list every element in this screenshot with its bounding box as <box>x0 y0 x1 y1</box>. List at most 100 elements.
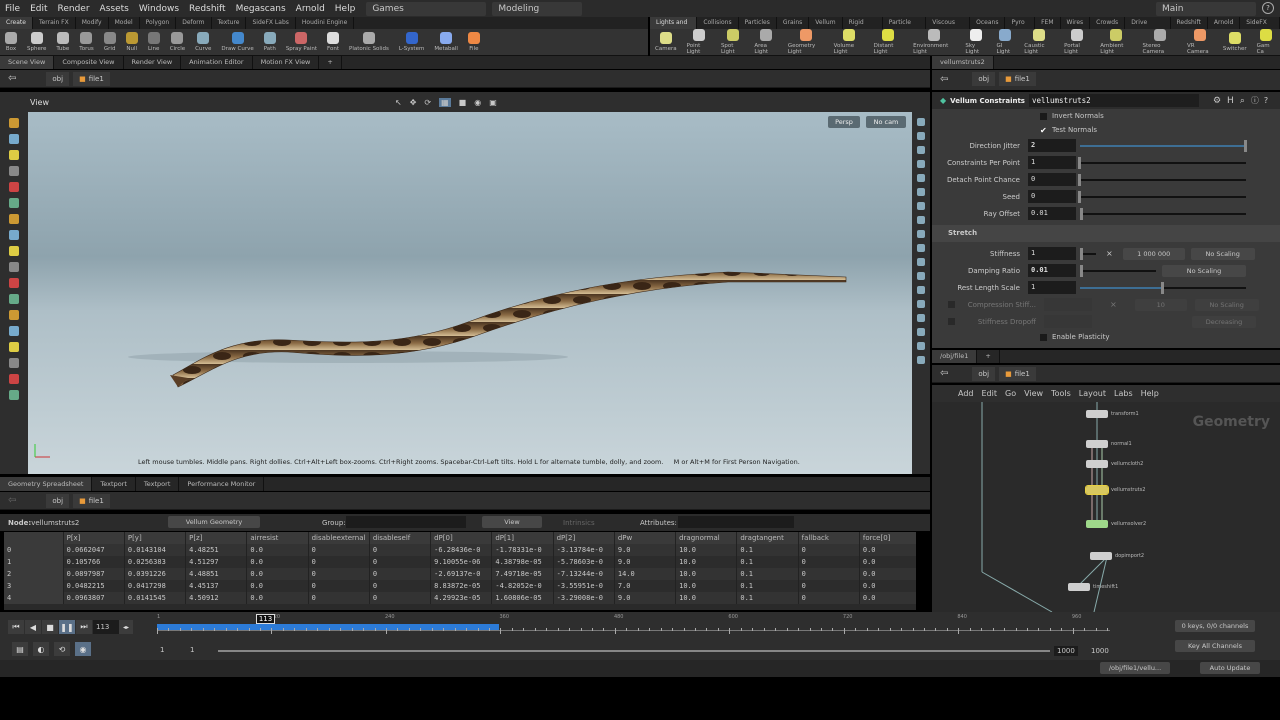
rest-length-slider[interactable] <box>1080 281 1246 294</box>
add-tab-button[interactable]: + <box>319 56 342 69</box>
ray-offset-slider[interactable] <box>1079 207 1246 220</box>
column-header[interactable]: force[0] <box>859 532 916 544</box>
viewport-tool-icon[interactable] <box>9 230 19 240</box>
menu-redshift[interactable]: Redshift <box>184 4 231 14</box>
menu-arnold[interactable]: Arnold <box>291 4 330 14</box>
menu-megascans[interactable]: Megascans <box>231 4 291 14</box>
node-name-input[interactable]: vellumstruts2 <box>1028 94 1199 107</box>
detach-point-chance-slider[interactable] <box>1078 173 1246 186</box>
shelf-tab-pyro-fx[interactable]: Pyro FX <box>1005 17 1036 38</box>
main-desktop-select[interactable]: Main <box>1156 1 1256 16</box>
range-slider[interactable] <box>218 650 1050 652</box>
tool-gi-light[interactable]: GI Light <box>991 29 1019 55</box>
shelf-tab-viscous-fluids[interactable]: Viscous Fluids <box>926 17 971 38</box>
group-input[interactable] <box>346 516 466 528</box>
viewport-tool-icon[interactable] <box>9 246 19 256</box>
playback-start[interactable]: 1 <box>190 646 194 654</box>
shelf-tab-houdini-engine[interactable]: Houdini Engine <box>296 17 355 29</box>
stiffness-slider[interactable] <box>1080 247 1096 260</box>
tool-torus[interactable]: Torus <box>74 32 98 52</box>
shelf-tab-deform[interactable]: Deform <box>176 17 212 29</box>
viewport-tool-icon[interactable] <box>9 134 19 144</box>
tab-performance-monitor[interactable]: Performance Monitor <box>179 477 265 491</box>
viewport-tool-icon[interactable] <box>9 182 19 192</box>
gear-icon[interactable]: ⚙ <box>1213 96 1221 106</box>
display-option-icon[interactable] <box>917 132 925 140</box>
tool-platonic-solids[interactable]: Platonic Solids <box>344 32 394 52</box>
viewport-tool-icon[interactable] <box>9 278 19 288</box>
stiffness-multiplier[interactable]: 1 000 000 <box>1122 247 1185 260</box>
compression-scaling-select[interactable]: No Scaling <box>1194 298 1259 311</box>
column-header[interactable]: dP[1] <box>491 532 554 544</box>
display-option-icon[interactable] <box>917 146 925 154</box>
key-all-channels-select[interactable]: Key All Channels <box>1175 640 1255 652</box>
viewport-tool-icon[interactable] <box>9 390 19 400</box>
tool-l-system[interactable]: L-System <box>394 32 429 52</box>
node-transform1[interactable] <box>1086 410 1108 418</box>
viewport-tool-icon[interactable] <box>9 342 19 352</box>
shelf-tab-wires[interactable]: Wires <box>1061 17 1091 29</box>
range-end[interactable]: 1000 <box>1088 646 1112 656</box>
shelf-tab-particle-fluids[interactable]: Particle Fluids <box>883 17 927 38</box>
shelf-tab-collisions[interactable]: Collisions <box>697 17 739 29</box>
tool-curve[interactable]: Curve <box>190 32 216 52</box>
tab-animation-editor[interactable]: Animation Editor <box>181 56 253 69</box>
shelf-tab-redshift[interactable]: Redshift <box>1171 17 1208 29</box>
node-normal1[interactable] <box>1086 440 1108 448</box>
menu-file[interactable]: File <box>0 4 25 14</box>
step-frame-button[interactable]: ◂▸ <box>119 620 133 634</box>
column-header[interactable]: dP[2] <box>553 532 615 544</box>
rest-length-input[interactable]: 1 <box>1028 281 1076 294</box>
display-option-icon[interactable] <box>917 342 925 350</box>
back-arrow-icon[interactable]: ⇦ <box>940 368 948 379</box>
attributes-input[interactable] <box>678 516 794 528</box>
tool-path[interactable]: Path <box>259 32 281 52</box>
shelf-tab-modify[interactable]: Modify <box>76 17 109 29</box>
network-menu-labs[interactable]: Labs <box>1114 389 1133 398</box>
tool-grid[interactable]: Grid <box>99 32 121 52</box>
column-header[interactable] <box>4 532 64 544</box>
network-menu-go[interactable]: Go <box>1005 389 1016 398</box>
checkbox-unchecked[interactable] <box>1040 333 1047 341</box>
tool-metaball[interactable]: Metaball <box>429 32 463 52</box>
viewport-tool-icon[interactable] <box>9 294 19 304</box>
info-icon[interactable]: ⓘ <box>1251 95 1259 106</box>
path-geo[interactable]: ■ file1 <box>73 71 110 86</box>
tab-textport[interactable]: Textport <box>136 477 180 491</box>
context-select[interactable]: Modeling <box>492 1 583 16</box>
tool-stereo-camera[interactable]: Stereo Camera <box>1138 29 1182 55</box>
tool-circle[interactable]: Circle <box>165 32 190 52</box>
checkbox-unchecked[interactable] <box>948 318 955 325</box>
shelf-tab-drive-simula[interactable]: Drive Simula... <box>1125 17 1171 38</box>
column-header[interactable]: P[x] <box>63 532 125 544</box>
view-select[interactable]: View <box>482 516 542 528</box>
tool-point-light[interactable]: Point Light <box>682 29 716 55</box>
node-timeshift1[interactable] <box>1068 583 1090 591</box>
network-menu-edit[interactable]: Edit <box>982 389 998 398</box>
tab-render-view[interactable]: Render View <box>124 56 182 69</box>
keys-display[interactable]: 0 keys, 0/0 channels <box>1175 620 1255 632</box>
column-header[interactable]: disableself <box>369 532 432 544</box>
tool-spray-paint[interactable]: Spray Paint <box>281 32 322 52</box>
column-header[interactable]: dP[0] <box>430 532 493 544</box>
shelf-tab-particles[interactable]: Particles <box>739 17 777 29</box>
timeline-track[interactable]: 1 120 240 360 480 600 720 840 960 113 <box>157 614 1110 634</box>
shelf-tab-fem[interactable]: FEM <box>1035 17 1061 29</box>
tool-caustic-light[interactable]: Caustic Light <box>1019 29 1059 55</box>
direction-jitter-input[interactable]: 2 <box>1028 139 1076 152</box>
play-reverse-button[interactable]: ◀ <box>25 620 41 634</box>
test-normals-toggle[interactable]: ✔ Test Normals <box>932 123 1280 137</box>
network-menu-add[interactable]: Add <box>958 389 974 398</box>
viewport-tool-icon[interactable] <box>9 214 19 224</box>
add-tab-button[interactable]: + <box>977 350 1000 363</box>
path-obj[interactable]: obj <box>46 71 70 86</box>
constraints-per-point-slider[interactable] <box>1078 156 1246 169</box>
viewport-tool-icon[interactable] <box>9 358 19 368</box>
search-icon[interactable]: ⌕ <box>1240 96 1245 106</box>
node-vellumcloth2[interactable] <box>1086 460 1108 468</box>
tool-spot-light[interactable]: Spot Light <box>716 29 749 55</box>
shelf-tab-rigid-bodies[interactable]: Rigid Bodies <box>843 17 883 38</box>
tool-ambient-light[interactable]: Ambient Light <box>1095 29 1137 55</box>
enable-plasticity-toggle[interactable]: Enable Plasticity <box>932 330 1280 344</box>
horizontal-scrollbar[interactable] <box>4 604 916 610</box>
